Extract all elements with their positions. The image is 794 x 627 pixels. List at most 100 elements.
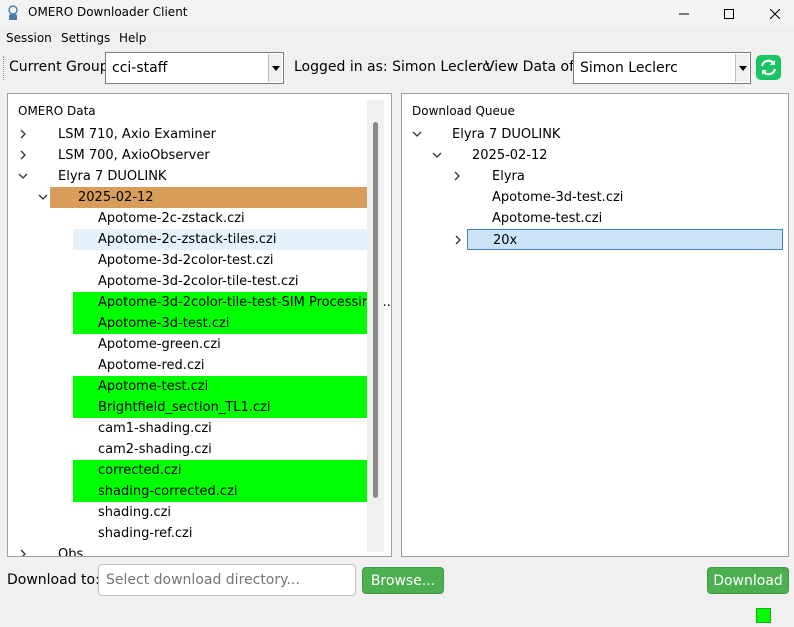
tree-row[interactable]: Elyra 7 DUOLINK xyxy=(8,166,374,187)
tree-row-label: shading-ref.czi xyxy=(98,526,193,541)
tree-row[interactable]: corrected.czi xyxy=(73,460,374,481)
chevron-down-icon[interactable] xyxy=(412,129,422,139)
tree-row[interactable]: 2025-02-12 xyxy=(38,187,374,208)
scrollbar-thumb[interactable] xyxy=(373,122,378,498)
tree-row-label: Apotome-3d-test.czi xyxy=(98,316,230,331)
tree-row-label: Apotome-3d-2color-tile-test-SIM Processi… xyxy=(98,295,391,310)
tree-row[interactable]: Apotome-2c-zstack.czi xyxy=(8,208,374,229)
chevron-down-icon[interactable] xyxy=(38,192,48,202)
tree-row-label: Apotome-3d-test.czi xyxy=(492,190,624,205)
tree-row[interactable]: LSM 710, Axio Examiner xyxy=(8,124,374,145)
tree-row-label: Apotome-2c-zstack-tiles.czi xyxy=(98,232,277,247)
chevron-right-icon[interactable] xyxy=(453,235,463,245)
tree-row[interactable]: Apotome-3d-2color-test.czi xyxy=(8,250,374,271)
tree-row[interactable]: cam2-shading.czi xyxy=(8,439,374,460)
minimize-icon xyxy=(679,13,689,14)
tree-row[interactable]: Apotome-3d-2color-tile-test.czi xyxy=(8,271,374,292)
tree-row-label: 2025-02-12 xyxy=(78,190,154,205)
tree-row-label: 2025-02-12 xyxy=(472,148,548,163)
download-directory-input[interactable] xyxy=(98,564,356,596)
minimize-button[interactable] xyxy=(661,0,707,27)
tree-row[interactable]: Obs xyxy=(8,544,374,557)
chevron-down-icon[interactable] xyxy=(432,150,442,160)
tree-row[interactable]: Apotome-2c-zstack-tiles.czi xyxy=(73,229,374,250)
tree-row[interactable]: shading-ref.czi xyxy=(8,523,374,544)
tree-row[interactable]: Apotome-red.czi xyxy=(8,355,374,376)
tree-row[interactable]: Apotome-green.czi xyxy=(8,334,374,355)
tree-row-label: Obs xyxy=(58,547,84,557)
tree-row-label: Elyra 7 DUOLINK xyxy=(452,127,561,142)
download-queue-panel: Download Queue Elyra 7 DUOLINK 2025-02-12… xyxy=(401,93,789,557)
maximize-icon xyxy=(724,8,734,19)
menu-settings[interactable]: Settings xyxy=(61,31,110,45)
close-button[interactable] xyxy=(752,0,794,27)
chevron-right-icon[interactable] xyxy=(18,129,28,139)
tree-row-label: Elyra xyxy=(492,169,525,184)
menu-bar: Session Settings Help xyxy=(0,29,794,49)
browse-button[interactable]: Browse... xyxy=(362,567,444,594)
omero-data-panel: OMERO Data LSM 710, Axio Examiner LSM 700… xyxy=(7,93,392,557)
tree-row[interactable]: 2025-02-12 xyxy=(402,145,783,166)
tree-row-label: cam2-shading.czi xyxy=(98,442,212,457)
app-icon xyxy=(8,5,18,20)
toolbar-grip[interactable] xyxy=(3,56,6,80)
tree-row[interactable]: 20x xyxy=(455,229,783,250)
menu-help[interactable]: Help xyxy=(119,31,146,45)
tree-row-label: Apotome-2c-zstack.czi xyxy=(98,211,245,226)
current-group-value: cci-staff xyxy=(112,60,168,76)
refresh-icon[interactable] xyxy=(756,55,781,80)
tree-row[interactable]: Elyra xyxy=(402,166,783,187)
tree-row-label: Apotome-3d-2color-tile-test.czi xyxy=(98,274,299,289)
view-data-dropdown-arrow[interactable] xyxy=(735,54,749,82)
tree-row-label: Apotome-test.czi xyxy=(492,211,603,226)
tree-row-label: LSM 710, Axio Examiner xyxy=(58,127,216,142)
tree-row[interactable]: Brightfield_section_TL1.czi xyxy=(73,397,374,418)
omero-data-scrollbar[interactable] xyxy=(367,100,384,552)
triangle-down-icon xyxy=(738,65,747,71)
tree-row[interactable]: Apotome-3d-test.czi xyxy=(402,187,783,208)
tree-row[interactable]: LSM 700, AxioObserver xyxy=(8,145,374,166)
close-icon xyxy=(770,8,780,19)
tree-row-label: Apotome-red.czi xyxy=(98,358,205,373)
group-dropdown-arrow[interactable] xyxy=(268,54,282,82)
omero-data-header: OMERO Data xyxy=(18,104,96,118)
view-data-select[interactable]: Simon Leclerc xyxy=(573,52,751,84)
download-queue-header: Download Queue xyxy=(412,104,515,118)
current-group-label: Current Group: xyxy=(9,59,114,75)
tree-row-label: LSM 700, AxioObserver xyxy=(58,148,210,163)
tree-row[interactable]: shading.czi xyxy=(8,502,374,523)
tree-row[interactable]: Apotome-test.czi xyxy=(402,208,783,229)
tree-row[interactable]: Apotome-3d-2color-tile-test-SIM Processi… xyxy=(73,292,391,313)
tree-row[interactable]: Elyra 7 DUOLINK xyxy=(402,124,783,145)
toolbar: Current Group: cci-staff Logged in as: S… xyxy=(0,50,794,86)
title-bar: OMERO Downloader Client xyxy=(0,0,794,27)
tree-row-label: Apotome-3d-2color-test.czi xyxy=(98,253,274,268)
tree-row-label: Apotome-test.czi xyxy=(98,379,209,394)
tree-row[interactable]: shading-corrected.czi xyxy=(73,481,374,502)
tree-row-label: cam1-shading.czi xyxy=(98,421,212,436)
window-title: OMERO Downloader Client xyxy=(28,5,188,19)
chevron-down-icon[interactable] xyxy=(18,171,28,181)
tree-row-label: Apotome-green.czi xyxy=(98,337,221,352)
chevron-right-icon[interactable] xyxy=(452,171,462,181)
view-data-label: View Data of: xyxy=(485,59,579,75)
current-group-select[interactable]: cci-staff xyxy=(105,52,284,84)
tree-row[interactable]: cam1-shading.czi xyxy=(8,418,374,439)
download-to-label: Download to: xyxy=(7,572,100,588)
chevron-right-icon[interactable] xyxy=(18,150,28,160)
tree-row-label: shading-corrected.czi xyxy=(98,484,238,499)
tree-row-label: Elyra 7 DUOLINK xyxy=(58,169,167,184)
logged-in-text: Logged in as: Simon Leclerc xyxy=(294,59,490,75)
triangle-down-icon xyxy=(271,65,280,71)
tree-row-label: 20x xyxy=(493,233,518,248)
tree-row-label: Brightfield_section_TL1.czi xyxy=(98,400,271,415)
chevron-right-icon[interactable] xyxy=(18,549,28,557)
tree-row[interactable]: Apotome-3d-test.czi xyxy=(73,313,374,334)
maximize-button[interactable] xyxy=(706,0,752,27)
menu-session[interactable]: Session xyxy=(6,31,52,45)
status-indicator xyxy=(756,608,771,623)
download-button[interactable]: Download xyxy=(707,567,789,594)
tree-row[interactable]: Apotome-test.czi xyxy=(73,376,374,397)
view-data-value: Simon Leclerc xyxy=(580,60,678,76)
tree-row-label: corrected.czi xyxy=(98,463,182,478)
